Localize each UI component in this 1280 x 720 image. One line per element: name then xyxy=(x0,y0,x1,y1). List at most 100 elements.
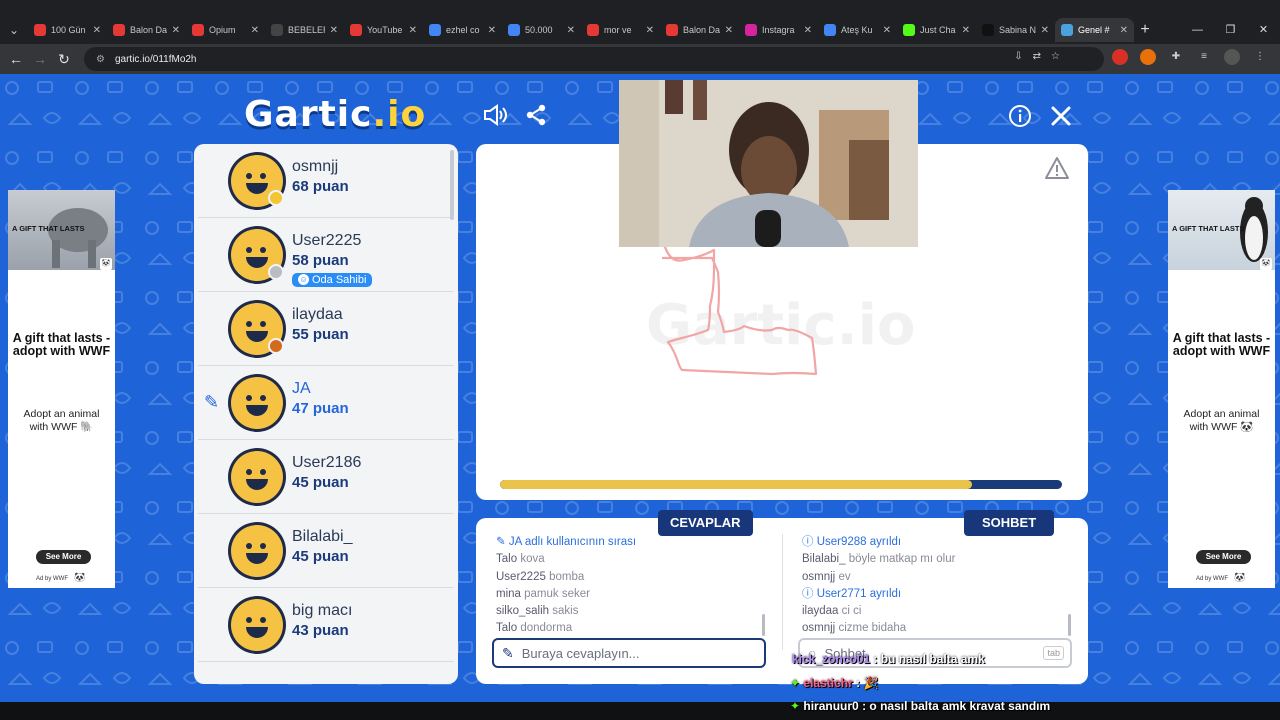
browser-tab[interactable]: Opium ✕ xyxy=(186,18,265,42)
browser-tab[interactable]: Ateş Ku ✕ xyxy=(818,18,897,42)
browser-tab[interactable]: Balon Da ✕ xyxy=(660,18,739,42)
chat-user: osmnjj xyxy=(802,570,836,583)
player-row[interactable]: big macı 43 puan xyxy=(198,588,454,662)
player-avatar[interactable] xyxy=(228,521,286,580)
tab-close-icon[interactable]: ✕ xyxy=(962,25,970,36)
maximize-icon[interactable]: ❐ xyxy=(1214,16,1247,44)
ad-left-subtext[interactable]: Adopt an animal with WWF 🐘 xyxy=(14,408,109,434)
media-icon[interactable]: ≡ xyxy=(1196,49,1212,65)
forward-icon[interactable]: → xyxy=(28,51,52,67)
address-bar[interactable]: ⚙ gartic.io/011fMo2h xyxy=(84,47,1104,71)
tab-close-icon[interactable]: ✕ xyxy=(567,25,575,36)
answers-scrollbar[interactable] xyxy=(762,614,765,636)
info-circle-icon: ⓘ xyxy=(802,536,817,548)
tab-title: Balon Da xyxy=(683,25,720,35)
ad-left-image[interactable]: A GIFT THAT LASTS 🐼 xyxy=(8,190,115,270)
tab-close-icon[interactable]: ✕ xyxy=(172,25,180,36)
player-row[interactable]: User2186 45 puan xyxy=(198,440,454,514)
answers-tab[interactable]: CEVAPLAR xyxy=(658,510,753,536)
stream-overlay-bar xyxy=(0,702,1280,720)
tab-close-icon[interactable]: ✕ xyxy=(251,25,259,36)
player-avatar[interactable] xyxy=(228,447,286,506)
ad-left-headline[interactable]: A gift that lasts - adopt with WWF xyxy=(12,332,111,358)
tab-close-icon[interactable]: ✕ xyxy=(804,25,812,36)
gartic-logo[interactable]: Gartic.io xyxy=(244,94,426,135)
share-icon[interactable] xyxy=(524,103,548,133)
ad-right-headline[interactable]: A gift that lasts - adopt with WWF xyxy=(1172,332,1271,358)
tab-title: YouTube xyxy=(367,25,403,35)
profile-avatar[interactable] xyxy=(1224,49,1240,65)
wwf-panda-icon: 🐼 xyxy=(1260,258,1272,270)
menu-kebab-icon[interactable]: ⋮ xyxy=(1252,49,1268,65)
browser-tab[interactable]: BEBELER ✕ xyxy=(265,18,344,42)
tab-close-icon[interactable]: ✕ xyxy=(1120,25,1128,36)
tab-close-icon[interactable]: ✕ xyxy=(409,25,417,36)
tab-close-icon[interactable]: ✕ xyxy=(725,25,733,36)
player-avatar[interactable] xyxy=(228,373,286,432)
gartic-page: Gartic.io osmnjj 68 puan User2225 58 puan ☺ O… xyxy=(0,74,1280,702)
answer-input[interactable]: ✎ Buraya cevaplayın... xyxy=(492,638,766,668)
avatar-face-icon xyxy=(231,376,283,429)
browser-tab[interactable]: ezhel co ✕ xyxy=(423,18,502,42)
answer-message: Talo kova xyxy=(496,551,771,568)
bookmark-star-icon[interactable]: ☆ xyxy=(1051,51,1060,62)
ad-right-subtext[interactable]: Adopt an animal with WWF 🐼 xyxy=(1174,408,1269,434)
player-avatar[interactable] xyxy=(228,595,286,654)
browser-tab[interactable]: Instagra ✕ xyxy=(739,18,818,42)
answer-message: User2225 bomba xyxy=(496,569,771,586)
ad-left-see-more-button[interactable]: See More xyxy=(36,550,91,564)
browser-tab[interactable]: Balon Da ✕ xyxy=(107,18,186,42)
answer-message: silko_salih sakis xyxy=(496,603,771,620)
tab-close-icon[interactable]: ✕ xyxy=(488,25,496,36)
info-icon[interactable] xyxy=(1008,104,1032,134)
extensions-puzzle-icon[interactable]: ✚ xyxy=(1168,49,1184,65)
tab-close-icon[interactable]: ✕ xyxy=(1041,25,1049,36)
player-row[interactable]: Bilalabi_ 45 puan xyxy=(198,514,454,588)
install-icon[interactable]: ⇩ xyxy=(1014,51,1022,62)
wwf-panda-icon: 🐼 xyxy=(100,258,112,270)
new-tab-button[interactable]: + xyxy=(1134,21,1156,39)
chat-tab[interactable]: SOHBET xyxy=(964,510,1055,536)
turn-system-text: JA adlı kullanıcının sırası xyxy=(508,536,637,548)
extension-orange-icon[interactable] xyxy=(1140,49,1156,65)
ad-right-see-more-button[interactable]: See More xyxy=(1196,550,1251,564)
player-row[interactable]: ✎ JA 47 puan xyxy=(198,366,454,440)
tab-close-icon[interactable]: ✕ xyxy=(883,25,891,36)
sound-icon[interactable] xyxy=(482,102,508,134)
minimize-icon[interactable]: — xyxy=(1181,16,1214,44)
tab-close-icon[interactable]: ✕ xyxy=(93,25,101,36)
wwf-logo-icon: 🐼 xyxy=(74,572,86,582)
browser-tab[interactable]: 100 Gün ✕ xyxy=(28,18,107,42)
translate-icon[interactable]: ⇄ xyxy=(1033,51,1041,62)
browser-tab[interactable]: YouTube ✕ xyxy=(344,18,423,42)
tab-favicon-icon xyxy=(34,24,46,36)
answer-text: sakis xyxy=(552,605,579,618)
tab-search-icon[interactable]: ⌄ xyxy=(0,16,28,44)
chat-scrollbar[interactable] xyxy=(1068,614,1071,636)
tab-close-icon[interactable]: ✕ xyxy=(330,25,338,36)
players-scrollbar[interactable] xyxy=(450,150,454,220)
player-row[interactable]: osmnjj 68 puan xyxy=(198,144,454,218)
close-window-icon[interactable]: ✕ xyxy=(1247,16,1280,44)
browser-tab[interactable]: 50.000 ✕ xyxy=(502,18,581,42)
browser-tab[interactable]: Just Cha ✕ xyxy=(897,18,976,42)
players-list: osmnjj 68 puan User2225 58 puan ☺ Oda Sahibi i… xyxy=(194,144,458,684)
ad-right[interactable]: A GIFT THAT LASTS 🐼 A gift that lasts - … xyxy=(1168,190,1275,588)
player-row[interactable]: User2225 58 puan ☺ Oda Sahibi xyxy=(198,218,454,292)
tab-close-icon[interactable]: ✕ xyxy=(646,25,654,36)
close-room-icon[interactable] xyxy=(1049,104,1073,134)
browser-tab[interactable]: Genel # ✕ xyxy=(1055,18,1134,42)
chat-message: osmnjj cizme bidaha xyxy=(802,620,1077,637)
ad-left[interactable]: A GIFT THAT LASTS 🐼 A gift that lasts - … xyxy=(8,190,115,588)
ad-right-image[interactable]: A GIFT THAT LASTS 🐼 xyxy=(1168,190,1275,270)
browser-tab[interactable]: mor ve ✕ xyxy=(581,18,660,42)
report-warning-icon[interactable] xyxy=(1044,156,1070,185)
player-row[interactable]: ilaydaa 55 puan xyxy=(198,292,454,366)
back-icon[interactable]: ← xyxy=(4,51,28,67)
extension-red-icon[interactable] xyxy=(1112,49,1128,65)
player-name: osmnjj xyxy=(292,158,339,175)
site-info-icon[interactable]: ⚙ xyxy=(96,54,105,65)
reload-icon[interactable]: ↻ xyxy=(52,51,76,68)
tab-title: Instagra xyxy=(762,25,795,35)
browser-tab[interactable]: Sabina N ✕ xyxy=(976,18,1055,42)
